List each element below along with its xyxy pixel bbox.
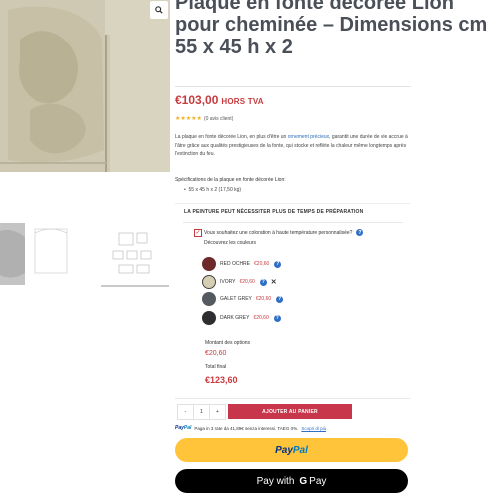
color-name: IVORY xyxy=(220,279,236,285)
custom-color-label-text: Vous souhaitez une coloration à haute te… xyxy=(204,229,353,236)
color-option-red-ochre[interactable]: RED OCHRE €20,60 ? xyxy=(202,256,282,272)
close-icon[interactable]: ✕ xyxy=(271,278,277,286)
info-icon[interactable]: ? xyxy=(276,295,284,303)
gallery-thumbnail[interactable] xyxy=(30,223,72,285)
color-price: €20,60 xyxy=(255,296,272,302)
paypal-logo-pay: Pay xyxy=(175,425,184,431)
gallery-thumbnail[interactable] xyxy=(0,223,25,285)
color-swatch[interactable] xyxy=(202,292,216,306)
gpay-prefix: Pay with xyxy=(256,475,295,487)
quantity-increase-button[interactable]: + xyxy=(210,405,225,419)
custom-color-checkbox[interactable]: ✓ xyxy=(194,229,202,237)
options-total-value: €20,60 xyxy=(205,350,227,357)
rating: ★★★★★ (0 avis client) xyxy=(175,115,233,123)
preparation-warning: LA PEINTURE PEUT NÉCESSITER PLUS DE TEMP… xyxy=(184,209,364,215)
color-price: €20,60 xyxy=(253,315,269,321)
spec-item-text: 55 x 45 h x 2 (17,50 kg) xyxy=(188,187,242,193)
google-g-icon: G xyxy=(299,475,308,487)
color-name: GALET GREY xyxy=(220,296,252,302)
tax-label: HORS TVA xyxy=(221,97,264,106)
color-swatch[interactable] xyxy=(202,257,216,271)
color-swatch[interactable] xyxy=(202,311,216,325)
colors-label: Découvrez les couleurs xyxy=(204,240,256,246)
zoom-button[interactable] xyxy=(150,1,168,19)
custom-color-label[interactable]: Vous souhaitez une coloration à haute te… xyxy=(204,229,364,236)
info-icon[interactable]: ? xyxy=(273,314,281,322)
spec-item: • 55 x 45 h x 2 (17,50 kg) xyxy=(184,187,242,193)
gallery-thumbnail[interactable] xyxy=(101,223,169,287)
product-description: La plaque en fonte décorée Lion, en plus… xyxy=(175,133,413,159)
color-price: €20,60 xyxy=(254,261,270,267)
magnifier-icon xyxy=(155,6,163,14)
info-icon[interactable]: ? xyxy=(356,229,364,236)
info-icon[interactable]: ? xyxy=(274,260,282,268)
paypal-button[interactable]: Pay Pal xyxy=(175,438,408,462)
paypal-installments-message: PayPal Paga in 3 rate da 41,89€ senza in… xyxy=(175,425,326,431)
checkmark-icon: ✓ xyxy=(195,230,201,236)
final-total-label: Total final xyxy=(205,364,227,370)
color-price: €20,60 xyxy=(239,279,255,285)
color-option-ivory[interactable]: IVORY €20,60 ? ✕ xyxy=(202,274,277,290)
color-swatch-selected[interactable] xyxy=(202,275,216,289)
final-total-value: €123,60 xyxy=(205,375,238,385)
color-name: DARK GREY xyxy=(220,315,250,321)
product-main-image[interactable] xyxy=(0,0,170,172)
color-name: RED OCHRE xyxy=(220,261,251,267)
divider xyxy=(175,86,411,87)
quantity-input[interactable]: 1 xyxy=(194,405,210,419)
color-option-galet-grey[interactable]: GALET GREY €20,60 ? xyxy=(202,291,284,307)
paypal-logo: PayPal xyxy=(175,425,191,431)
specs-title: Spécifications de la plaque en fonte déc… xyxy=(175,177,286,183)
gpay-suffix: Pay xyxy=(309,475,327,487)
description-text: La plaque en fonte décorée Lion, en plus… xyxy=(175,134,288,140)
paypal-logo-pal: Pal xyxy=(183,425,192,431)
options-total-label: Montant des options xyxy=(205,340,251,346)
info-icon[interactable]: ? xyxy=(259,278,267,286)
paypal-button-pay: Pay xyxy=(275,444,293,456)
paypal-button-pal: Pal xyxy=(292,444,308,456)
product-price: €103,00 HORS TVA xyxy=(175,93,264,107)
add-to-cart-button[interactable]: AJOUTER AU PANIER xyxy=(228,404,352,419)
quantity-stepper[interactable]: - 1 + xyxy=(177,404,226,420)
price-value: €103,00 xyxy=(175,93,219,107)
review-count-link[interactable]: (0 avis client) xyxy=(204,116,233,122)
paypal-learn-more-link[interactable]: Scopri di più xyxy=(301,426,326,431)
divider xyxy=(183,222,403,223)
star-rating-icon: ★★★★★ xyxy=(175,116,202,122)
divider xyxy=(175,398,410,399)
color-option-dark-grey[interactable]: DARK GREY €20,60 ? xyxy=(202,310,281,326)
product-title: Plaque en fonte décorée Lion pour chemin… xyxy=(175,0,488,58)
description-highlight: ornement précieux xyxy=(287,134,330,140)
quantity-decrease-button[interactable]: - xyxy=(178,405,194,419)
paypal-message-text: Paga in 3 rate da 41,89€ senza interessi… xyxy=(194,425,299,431)
google-pay-button[interactable]: Pay with G Pay xyxy=(175,469,408,493)
